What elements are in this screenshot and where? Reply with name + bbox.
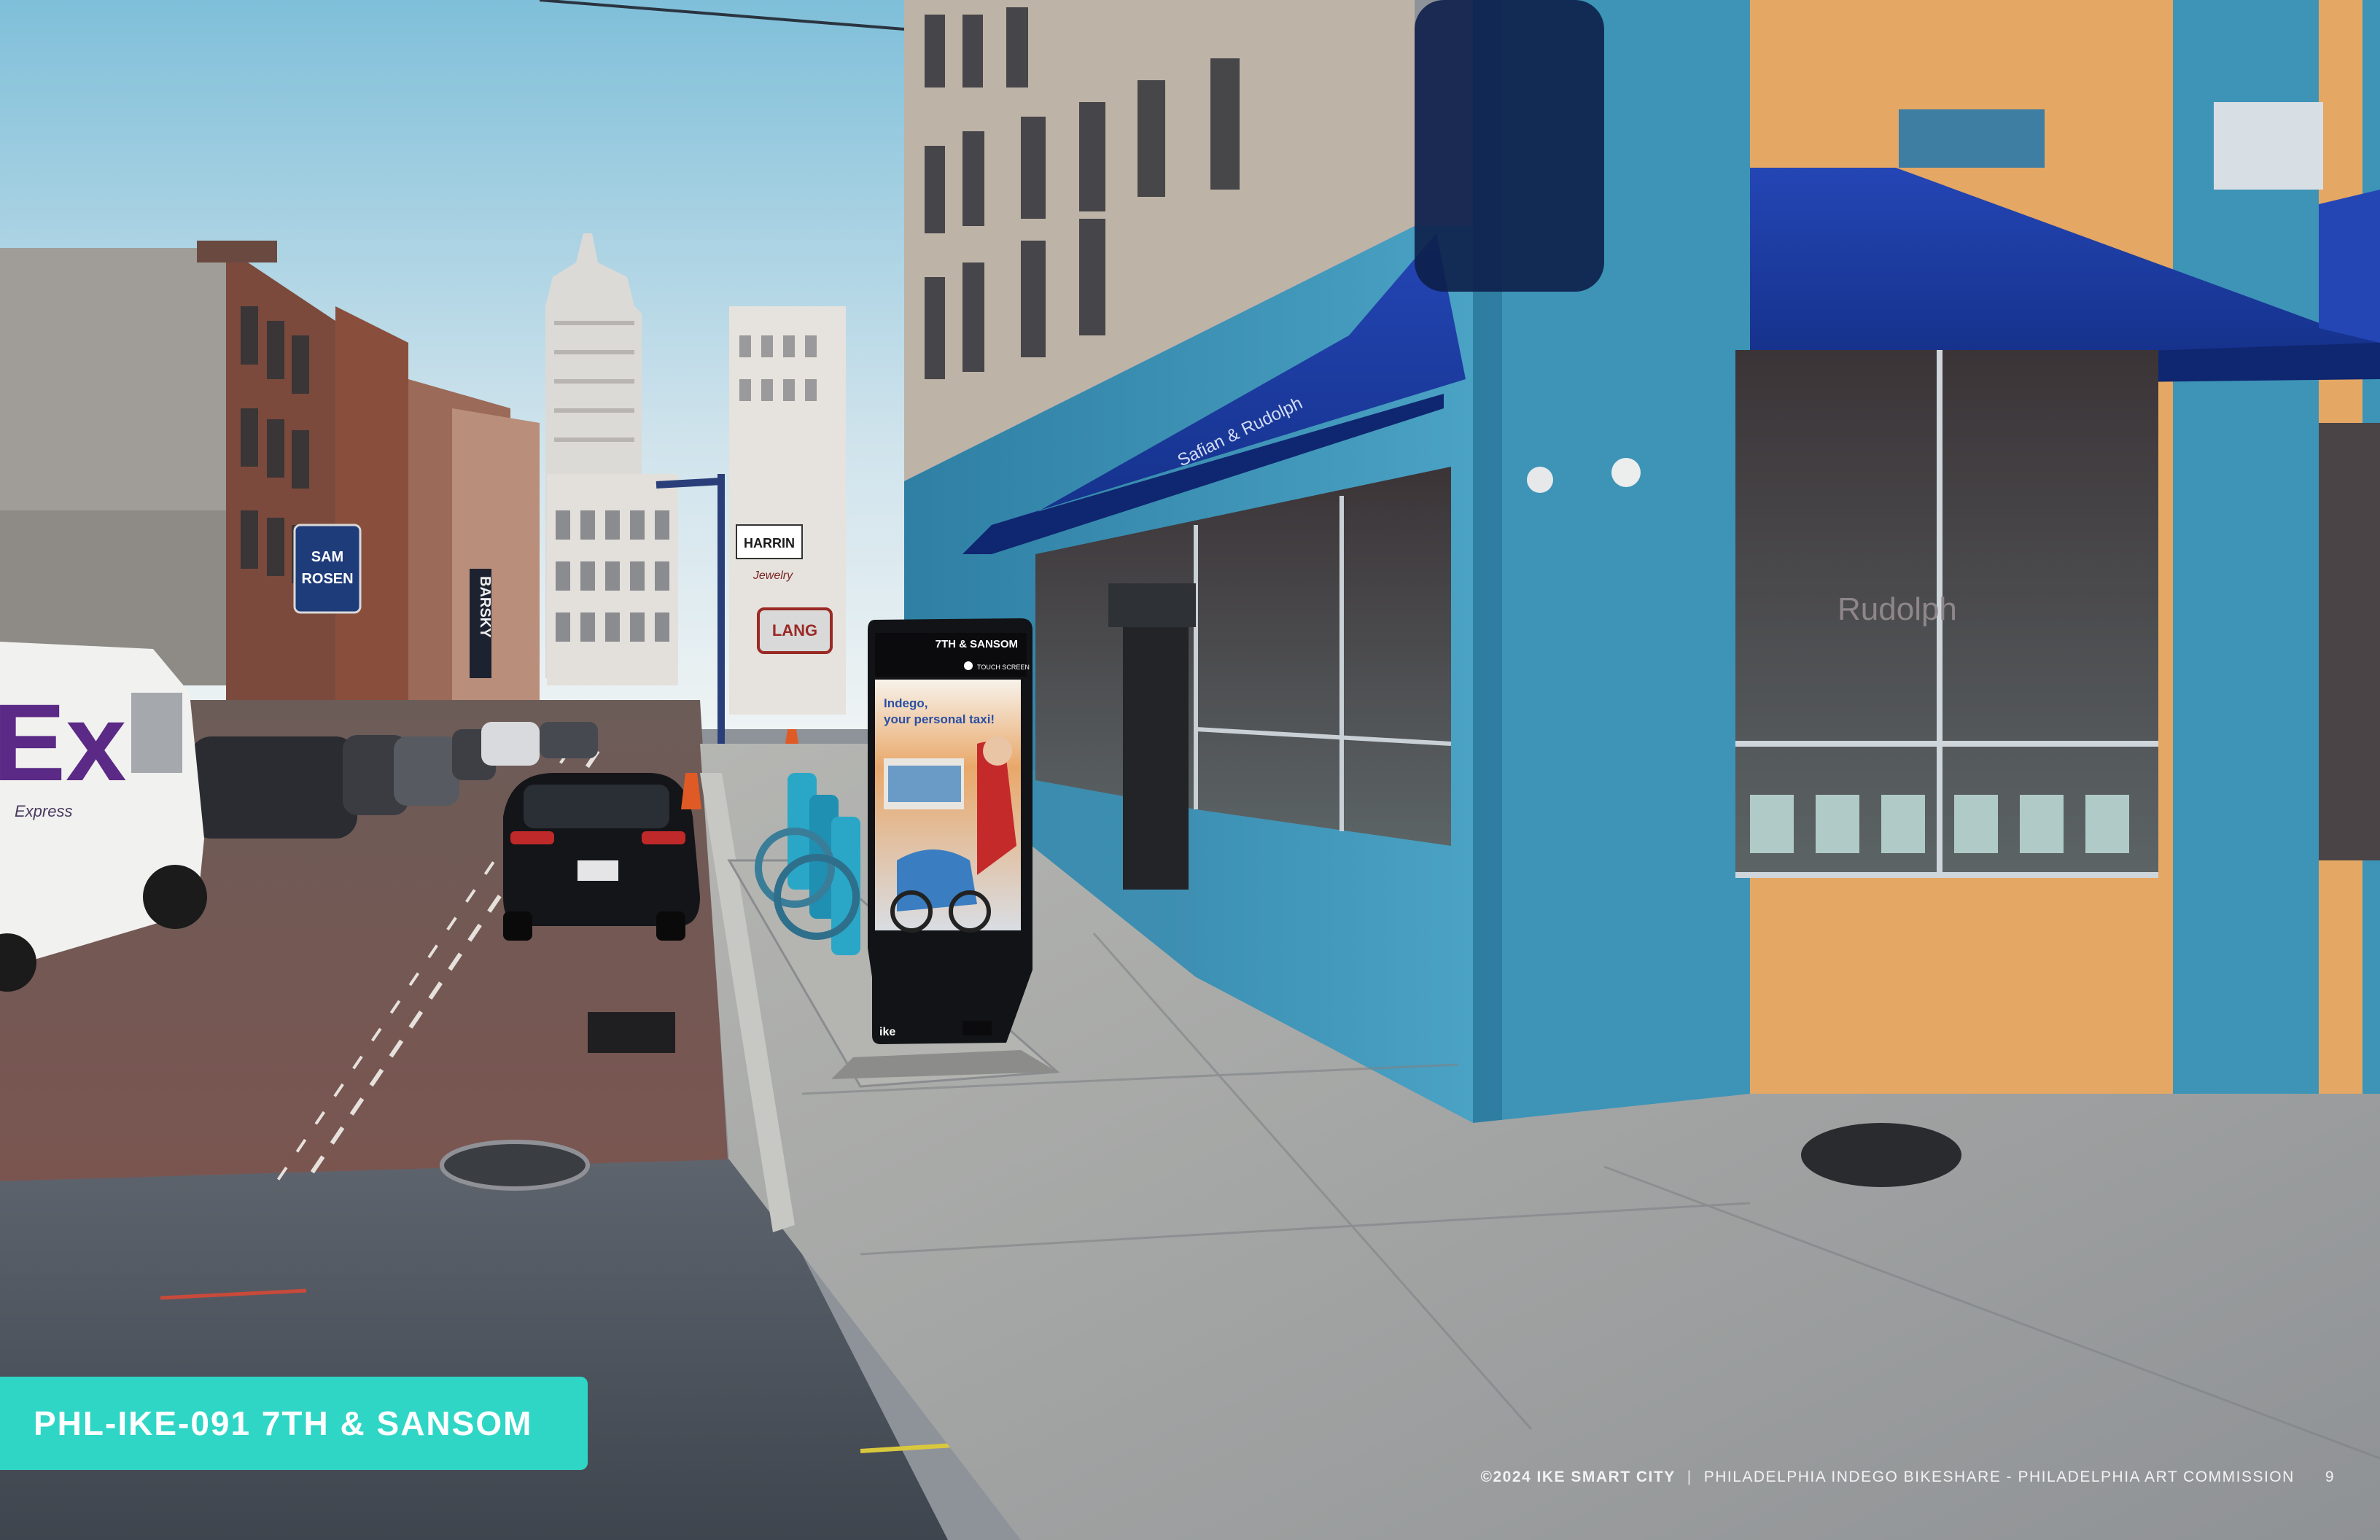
truck-logo: Ex [0, 681, 126, 804]
street-pole [718, 474, 725, 766]
camera-2 [1611, 458, 1641, 487]
site-caption: PHL-IKE-091 7TH & SANSOM [0, 1377, 588, 1470]
kiosk-location-label: 7TH & SANSOM [936, 638, 1018, 650]
parked-car-1 [190, 736, 357, 839]
footer-copyright: ©2024 IKE SMART CITY [1480, 1469, 1676, 1485]
left-sign-line-2: ROSEN [301, 571, 353, 587]
blade-sign-text: BARSKY [477, 576, 493, 638]
blurred-sign [1415, 0, 1604, 292]
kiosk-touch-label: TOUCH SCREEN [977, 664, 1030, 671]
sam-rosen-sign [293, 524, 362, 614]
black-suv [503, 773, 700, 941]
kiosk-ad-headline-2: your personal taxi! [884, 712, 995, 726]
kiosk-brand-logo: ike [879, 1026, 895, 1038]
footer-project: PHILADELPHIA INDEGO BIKESHARE - PHILADEL… [1703, 1469, 2295, 1485]
door [1123, 627, 1189, 890]
manhole [440, 1140, 590, 1191]
camera-1 [1527, 467, 1553, 493]
site-caption-text: PHL-IKE-091 7TH & SANSOM [34, 1404, 533, 1442]
kiosk-touch-icon [964, 661, 973, 670]
footer-page-number: 9 [2325, 1469, 2335, 1485]
truck-small-text: Express [15, 802, 72, 820]
right-sign-1: HARRIN [744, 536, 795, 551]
storefront-text: Rudolph [1838, 591, 1957, 627]
footer: ©2024 IKE SMART CITY | PHILADELPHIA INDE… [1481, 1466, 2335, 1489]
sidewalk-manhole [1801, 1123, 1961, 1187]
kiosk-ad-headline-1: Indego, [884, 696, 928, 710]
right-sign-3: LANG [772, 621, 817, 639]
street-scene: SAM ROSEN BARSKY Ex Express HARRIN Jewel… [0, 0, 2380, 1540]
footer-separator: | [1687, 1469, 1692, 1485]
storm-drain [588, 1012, 675, 1053]
right-sign-2: Jewelry [752, 569, 793, 582]
left-sign-line-1: SAM [311, 549, 343, 565]
